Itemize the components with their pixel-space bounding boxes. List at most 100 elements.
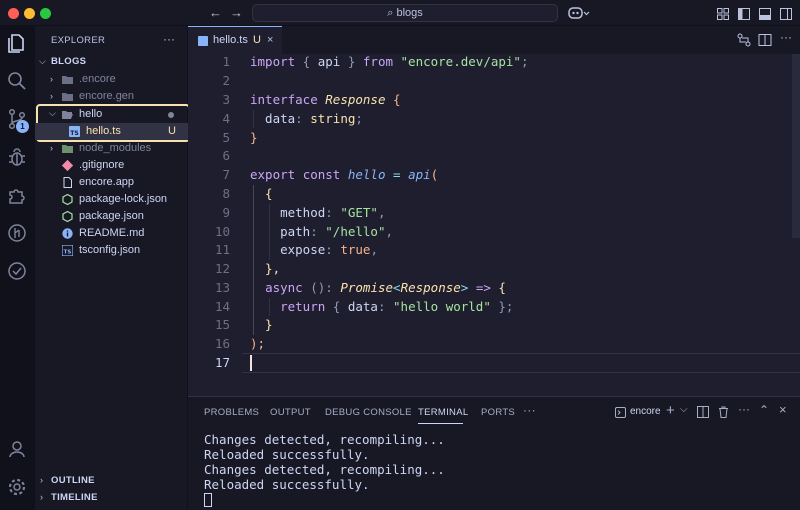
nodejs-file-icon [62,211,73,222]
tree-item-hello[interactable]: ⌵ hello [35,106,188,123]
chevron-down-icon[interactable]: ⌵ [680,404,688,415]
search-text: blogs [396,7,423,19]
panel-more-actions-icon[interactable]: ··· [738,402,750,416]
line-number: 8 [222,186,230,201]
toggle-panel-icon[interactable] [759,7,771,20]
trash-icon[interactable] [718,405,729,418]
tree-item-hello-ts[interactable]: TS hello.ts U [35,123,188,140]
terminal-line: Reloaded successfully. [204,447,370,462]
chevron-right-icon: › [40,492,43,502]
tree-item-label: tsconfig.json [79,244,141,256]
git-status-badge: U [168,125,176,137]
panel-more-icon[interactable]: ··· [523,403,536,417]
code-line-7[interactable]: export const hello = api( [250,167,438,182]
tab-label: hello.ts [213,34,248,46]
zoom-window-button[interactable] [40,8,51,19]
terminal-cursor[interactable] [204,493,212,507]
code-line-9[interactable]: method: "GET", [250,205,385,220]
toggle-secondary-sidebar-icon[interactable] [780,7,792,20]
tree-item-encore-gen[interactable]: › encore.gen [35,88,188,105]
code-line-8[interactable]: { [250,186,273,201]
close-window-button[interactable] [8,8,19,19]
tree-item-label: encore.gen [79,90,135,102]
tree-item-gitignore[interactable]: .gitignore [35,157,188,174]
outline-section[interactable]: › OUTLINE [35,472,188,489]
search-icon[interactable] [6,70,28,92]
chevron-right-icon: › [50,74,53,84]
panel-tab-problems[interactable]: PROBLEMS [204,407,259,418]
code-line-11[interactable]: expose: true, [250,242,378,257]
sidebar-title: EXPLORER [51,35,106,46]
back-arrow-icon[interactable]: ← [209,5,222,20]
open-changes-icon[interactable] [737,33,751,47]
maximize-panel-icon[interactable]: ⌃ [759,403,769,417]
explorer-icon[interactable] [6,32,28,54]
tree-item-label: node_modules [79,142,152,154]
code-line-16[interactable]: ); [250,336,265,351]
code-line-1[interactable]: import { api } from "encore.dev/api"; [250,54,528,69]
panel-tab-ports[interactable]: PORTS [481,407,515,418]
line-number: 6 [222,148,230,163]
tree-item-package-lock[interactable]: package-lock.json [35,191,188,208]
chevron-right-icon: › [50,143,53,153]
code-line-14[interactable]: return { data: "hello world" }; [250,299,513,314]
source-control-badge: 1 [16,120,29,133]
git-file-icon [62,160,73,171]
terminal-line: Changes detected, recompiling... [204,462,445,477]
settings-gear-icon[interactable] [6,476,28,498]
tree-item-tsconfig[interactable]: TS tsconfig.json [35,242,188,259]
tab-hello-ts[interactable]: hello.ts U × [188,26,282,54]
tree-item-readme[interactable]: README.md [35,225,188,242]
tree-item-node-modules[interactable]: › node_modules [35,140,188,157]
chevron-right-icon: › [50,91,53,101]
code-line-15[interactable]: } [250,317,273,332]
line-number: 17 [214,355,230,370]
more-actions-icon[interactable]: ··· [163,32,175,46]
command-center-search[interactable]: ⌕ blogs [252,4,558,22]
layout-grid-icon[interactable] [717,7,729,20]
editor-scrollbar[interactable] [792,54,800,238]
line-number: 5 [222,130,230,145]
close-panel-icon[interactable]: × [779,402,787,417]
chevron-down-icon: ⌵ [39,56,46,66]
run-debug-icon[interactable] [6,146,28,168]
new-terminal-icon[interactable]: + [666,402,675,419]
code-line-4[interactable]: data: string; [250,111,363,126]
tree-item-label: .gitignore [79,159,125,171]
line-number: 4 [222,111,230,126]
code-line-5[interactable]: } [250,130,258,145]
terminal-name[interactable]: encore [630,406,661,417]
split-terminal-icon[interactable] [697,405,709,418]
account-icon[interactable] [6,438,28,460]
tree-item-package-json[interactable]: package.json [35,208,188,225]
panel-tab-terminal[interactable]: TERMINAL [418,407,468,418]
line-number: 13 [214,280,230,295]
minimize-window-button[interactable] [24,8,35,19]
copilot-icon[interactable] [568,5,590,21]
toggle-sidebar-icon[interactable] [738,7,750,20]
tree-item-encore[interactable]: › .encore [35,71,188,88]
svg-text:TS: TS [70,130,78,137]
code-line-13[interactable]: async (): Promise<Response> => { [250,280,506,295]
code-line-10[interactable]: path: "/hello", [250,224,393,239]
timeline-section[interactable]: › TIMELINE [35,489,188,506]
testing-icon[interactable] [6,260,28,282]
split-editor-icon[interactable] [758,33,772,47]
code-line-3[interactable]: interface Response { [250,92,401,107]
code-line-12[interactable]: }, [250,261,280,276]
forward-arrow-icon[interactable]: → [230,5,243,20]
close-tab-icon[interactable]: × [267,27,273,54]
typescript-file-icon [198,36,208,46]
line-number: 10 [214,224,230,239]
file-icon [63,177,72,188]
remote-icon[interactable] [6,222,28,244]
panel-tab-debug-console[interactable]: DEBUG CONSOLE [325,407,412,418]
extensions-icon[interactable] [6,184,28,206]
panel-tab-output[interactable]: OUTPUT [270,407,311,418]
workspace-root[interactable]: ⌵ BLOGS [35,53,188,70]
svg-text:TS: TS [64,250,72,256]
outline-label: OUTLINE [51,475,95,486]
tree-item-encore-app[interactable]: encore.app [35,174,188,191]
more-actions-icon[interactable]: ··· [780,30,792,44]
activity-bar: 1 [0,26,35,510]
